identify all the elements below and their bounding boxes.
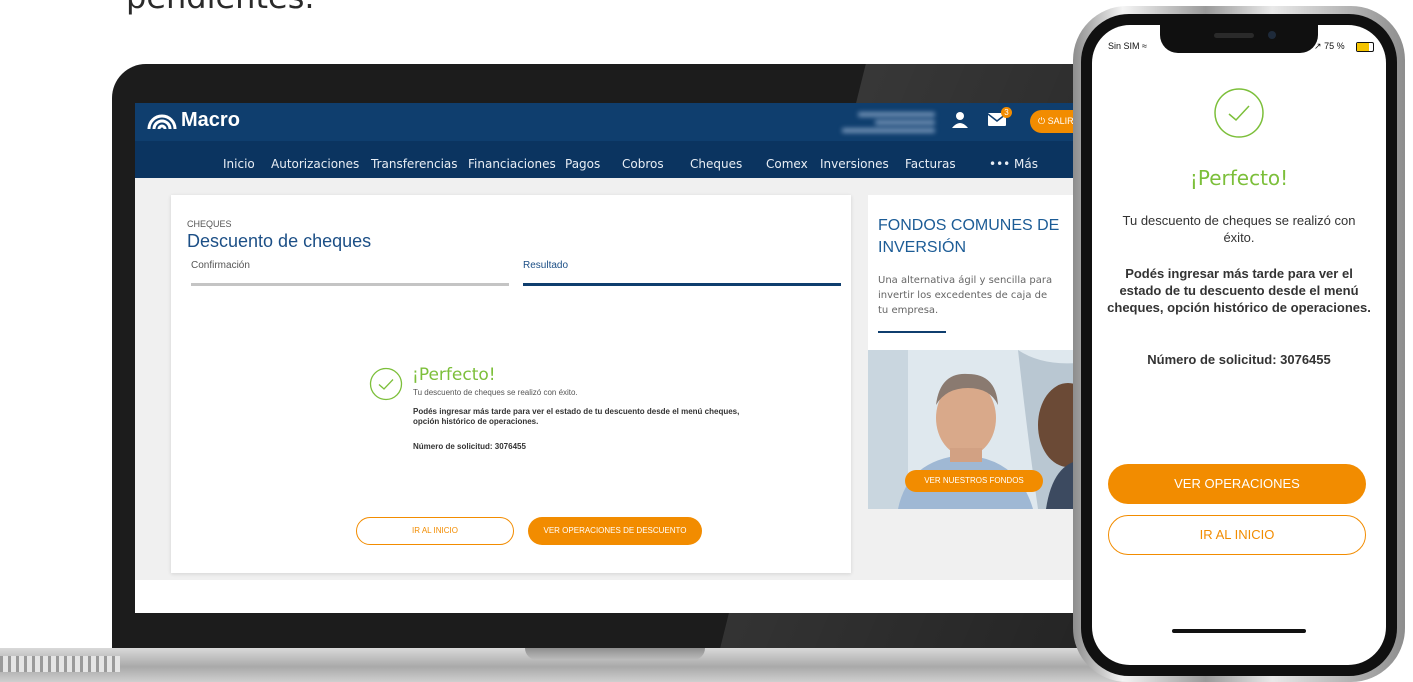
phone-frame: Sin SIM ≈ ↗ 75 % ¡Perfecto! Tu descuento…: [1073, 6, 1405, 682]
success-check-icon: [1214, 88, 1264, 138]
nav-item-inicio[interactable]: Inicio: [223, 141, 255, 178]
mobile-screen: Sin SIM ≈ ↗ 75 % ¡Perfecto! Tu descuento…: [1092, 25, 1386, 665]
nav-item-cobros[interactable]: Cobros: [622, 141, 664, 178]
nav-item-transferencias[interactable]: Transferencias: [371, 141, 458, 178]
brand-name: Macro: [181, 109, 240, 131]
macro-logo-icon: [147, 114, 177, 129]
mobile-home-button[interactable]: IR AL INICIO: [1108, 515, 1366, 555]
main-nav: Inicio Autorizaciones Transferencias Fin…: [135, 141, 1095, 178]
nav-item-comex[interactable]: Comex: [766, 141, 808, 178]
battery-icon: [1356, 42, 1374, 52]
location-icon: ↗: [1314, 41, 1322, 51]
status-carrier: Sin SIM ≈: [1108, 41, 1147, 51]
wifi-icon: ≈: [1142, 41, 1147, 51]
phone-bezel: Sin SIM ≈ ↗ 75 % ¡Perfecto! Tu descuento…: [1081, 14, 1397, 676]
status-battery-text: ↗ 75 %: [1314, 41, 1345, 51]
user-icon[interactable]: [951, 111, 969, 129]
brand-logo[interactable]: Macro: [147, 109, 240, 132]
nav-item-financiaciones[interactable]: Financiaciones: [468, 141, 556, 178]
result-card: CHEQUES Descuento de cheques Confirmació…: [171, 195, 851, 573]
request-number: Número de solicitud: 3076455: [413, 442, 526, 451]
power-icon: ⏻: [1038, 116, 1046, 126]
section-label: CHEQUES: [187, 219, 232, 229]
mobile-result-detail: Podés ingresar más tarde para ver el est…: [1107, 266, 1371, 315]
success-check-icon: [369, 367, 403, 401]
user-info-blurred: [825, 109, 935, 135]
promo-divider: [878, 331, 946, 333]
desktop-screen: Macro 3 ⏻ SALIR Inicio Autorizaciones Tr…: [135, 103, 1095, 613]
view-funds-button[interactable]: VER NUESTROS FONDOS: [905, 470, 1043, 492]
promo-text: Una alternativa ágil y sencilla para inv…: [878, 275, 1053, 316]
nav-item-pagos[interactable]: Pagos: [565, 141, 600, 178]
mobile-result-title: ¡Perfecto!: [1189, 166, 1289, 190]
home-button[interactable]: IR AL INICIO: [356, 517, 514, 545]
home-indicator[interactable]: [1172, 629, 1306, 633]
nav-item-mas[interactable]: ••• Más: [989, 141, 1038, 178]
result-title: ¡Perfecto!: [412, 365, 496, 385]
view-operations-button[interactable]: VER OPERACIONES DE DESCUENTO: [528, 517, 702, 545]
phone-notch: [1160, 25, 1318, 53]
step-line-confirmacion: [191, 283, 509, 286]
logout-label: SALIR: [1047, 116, 1074, 126]
step-confirmacion: Confirmación: [191, 260, 250, 271]
step-resultado: Resultado: [523, 260, 569, 271]
mobile-result-message: Tu descuento de cheques se realizó con é…: [1122, 213, 1356, 245]
result-message: Tu descuento de cheques se realizó con é…: [413, 388, 578, 397]
nav-item-inversiones[interactable]: Inversiones: [820, 141, 889, 178]
nav-item-facturas[interactable]: Facturas: [905, 141, 956, 178]
nav-item-autorizaciones[interactable]: Autorizaciones: [271, 141, 359, 178]
top-bar: Macro 3 ⏻ SALIR: [135, 103, 1095, 141]
mobile-view-operations-button[interactable]: VER OPERACIONES: [1108, 464, 1366, 504]
step-line-resultado: [523, 283, 841, 286]
result-detail: Podés ingresar más tarde para ver el est…: [413, 407, 740, 426]
headline-fragment: pendientes.: [126, 0, 315, 16]
page-footer: [135, 580, 1095, 613]
promo-photo: VER NUESTROS FONDOS: [868, 350, 1095, 509]
mail-count-badge: 3: [1001, 107, 1012, 118]
page-title: Descuento de cheques: [187, 231, 372, 251]
nav-item-cheques[interactable]: Cheques: [690, 141, 742, 178]
funds-promo: FONDOS COMUNES DE INVERSIÓN Una alternat…: [868, 195, 1095, 509]
promo-title: FONDOS COMUNES DE INVERSIÓN: [878, 217, 1060, 256]
mobile-request-number: Número de solicitud: 3076455: [1147, 352, 1331, 367]
